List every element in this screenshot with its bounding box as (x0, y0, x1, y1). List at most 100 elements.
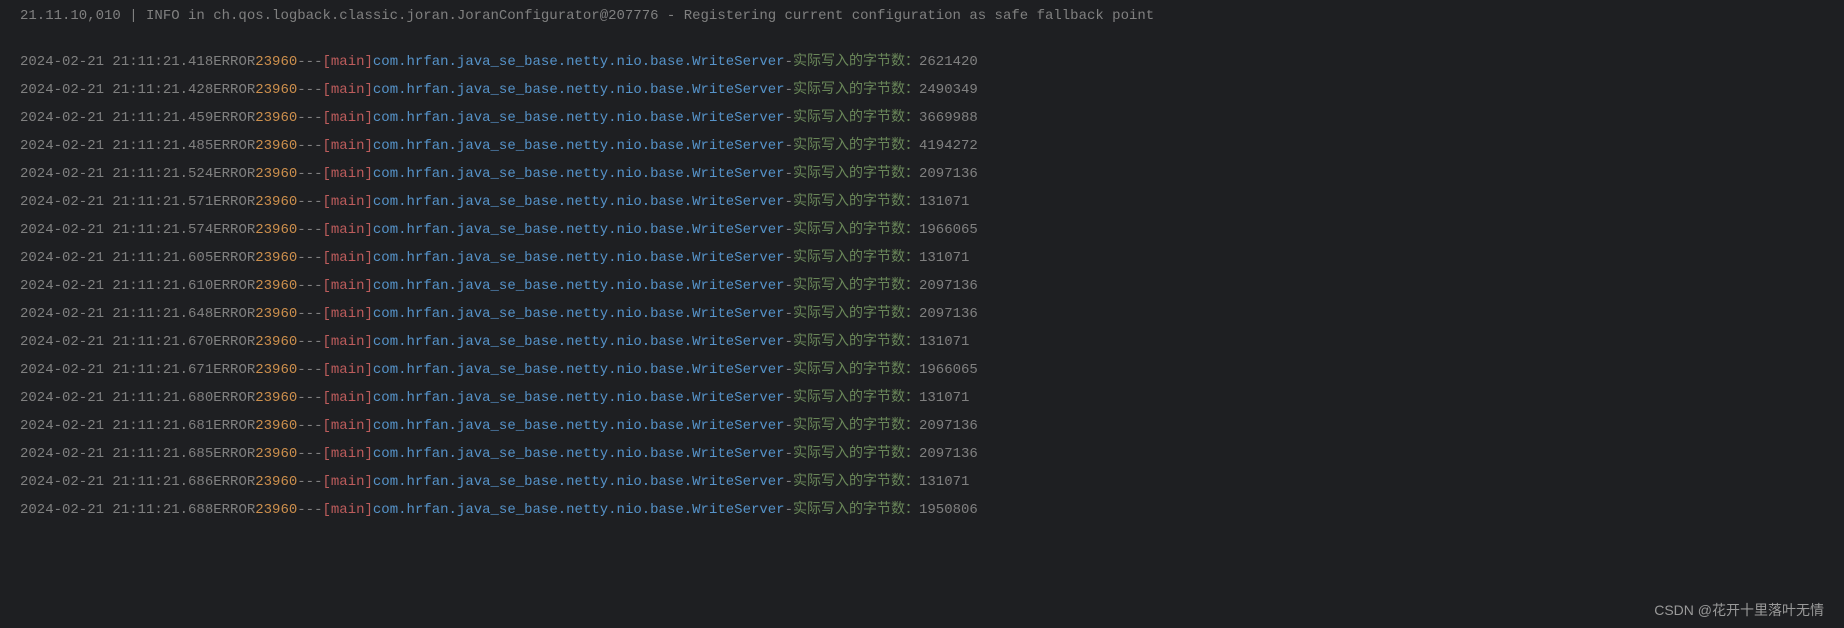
separator: --- (297, 328, 322, 356)
watermark: CSDN @花开十里落叶无情 (1654, 600, 1824, 620)
pid: 23960 (255, 496, 297, 524)
pid: 23960 (255, 48, 297, 76)
message-value: 1950806 (919, 496, 978, 524)
message-value: 2097136 (919, 412, 978, 440)
pid: 23960 (255, 412, 297, 440)
thread: [main] (322, 328, 372, 356)
timestamp: 2024-02-21 21:11:21.671 (20, 356, 213, 384)
message-value: 2490349 (919, 76, 978, 104)
message-value: 1966065 (919, 216, 978, 244)
message-value: 2097136 (919, 272, 978, 300)
thread: [main] (322, 76, 372, 104)
logger-name: com.hrfan.java_se_base.netty.nio.base.Wr… (373, 496, 785, 524)
separator: --- (297, 244, 322, 272)
message-label: 实际写入的字节数： (793, 384, 919, 412)
message-value: 4194272 (919, 132, 978, 160)
timestamp: 2024-02-21 21:11:21.686 (20, 468, 213, 496)
log-level: ERROR (213, 160, 255, 188)
log-level: ERROR (213, 356, 255, 384)
timestamp: 2024-02-21 21:11:21.571 (20, 188, 213, 216)
log-line: 2024-02-21 21:11:21.485 ERROR 23960 --- … (20, 132, 1824, 160)
pid: 23960 (255, 188, 297, 216)
timestamp: 2024-02-21 21:11:21.418 (20, 48, 213, 76)
pid: 23960 (255, 132, 297, 160)
log-line: 2024-02-21 21:11:21.459 ERROR 23960 --- … (20, 104, 1824, 132)
message-value: 131071 (919, 384, 969, 412)
log-line: 2024-02-21 21:11:21.688 ERROR 23960 --- … (20, 496, 1824, 524)
message-label: 实际写入的字节数： (793, 244, 919, 272)
logger-name: com.hrfan.java_se_base.netty.nio.base.Wr… (373, 356, 785, 384)
timestamp: 2024-02-21 21:11:21.680 (20, 384, 213, 412)
thread: [main] (322, 412, 372, 440)
message-label: 实际写入的字节数： (793, 468, 919, 496)
logger-name: com.hrfan.java_se_base.netty.nio.base.Wr… (373, 132, 785, 160)
log-level: ERROR (213, 496, 255, 524)
log-line: 2024-02-21 21:11:21.670 ERROR 23960 --- … (20, 328, 1824, 356)
log-level: ERROR (213, 468, 255, 496)
log-level: ERROR (213, 384, 255, 412)
message-label: 实际写入的字节数： (793, 440, 919, 468)
thread: [main] (322, 440, 372, 468)
spacer (20, 30, 1824, 48)
logger-name: com.hrfan.java_se_base.netty.nio.base.Wr… (373, 440, 785, 468)
separator: --- (297, 104, 322, 132)
pid: 23960 (255, 244, 297, 272)
message-value: 131071 (919, 188, 969, 216)
message-label: 实际写入的字节数： (793, 76, 919, 104)
pid: 23960 (255, 328, 297, 356)
separator: --- (297, 48, 322, 76)
dash: - (785, 356, 793, 384)
message-value: 2097136 (919, 300, 978, 328)
thread: [main] (322, 468, 372, 496)
logger-name: com.hrfan.java_se_base.netty.nio.base.Wr… (373, 272, 785, 300)
dash: - (785, 412, 793, 440)
separator: --- (297, 216, 322, 244)
pid: 23960 (255, 356, 297, 384)
thread: [main] (322, 132, 372, 160)
dash: - (785, 300, 793, 328)
logger-name: com.hrfan.java_se_base.netty.nio.base.Wr… (373, 216, 785, 244)
message-value: 2097136 (919, 440, 978, 468)
dash: - (785, 496, 793, 524)
logger-name: com.hrfan.java_se_base.netty.nio.base.Wr… (373, 48, 785, 76)
log-line: 2024-02-21 21:11:21.605 ERROR 23960 --- … (20, 244, 1824, 272)
separator: --- (297, 132, 322, 160)
timestamp: 2024-02-21 21:11:21.681 (20, 412, 213, 440)
logger-name: com.hrfan.java_se_base.netty.nio.base.Wr… (373, 188, 785, 216)
pid: 23960 (255, 272, 297, 300)
log-line: 2024-02-21 21:11:21.428 ERROR 23960 --- … (20, 76, 1824, 104)
log-level: ERROR (213, 132, 255, 160)
separator: --- (297, 272, 322, 300)
separator: --- (297, 160, 322, 188)
message-label: 实际写入的字节数： (793, 188, 919, 216)
separator: --- (297, 76, 322, 104)
logger-name: com.hrfan.java_se_base.netty.nio.base.Wr… (373, 300, 785, 328)
message-label: 实际写入的字节数： (793, 48, 919, 76)
log-line: 2024-02-21 21:11:21.681 ERROR 23960 --- … (20, 412, 1824, 440)
message-value: 131071 (919, 244, 969, 272)
thread: [main] (322, 384, 372, 412)
message-value: 2621420 (919, 48, 978, 76)
pid: 23960 (255, 440, 297, 468)
log-level: ERROR (213, 272, 255, 300)
thread: [main] (322, 356, 372, 384)
dash: - (785, 76, 793, 104)
message-value: 131071 (919, 468, 969, 496)
dash: - (785, 468, 793, 496)
logger-name: com.hrfan.java_se_base.netty.nio.base.Wr… (373, 104, 785, 132)
message-label: 实际写入的字节数： (793, 356, 919, 384)
log-lines-container: 2024-02-21 21:11:21.418 ERROR 23960 --- … (20, 48, 1824, 524)
timestamp: 2024-02-21 21:11:21.605 (20, 244, 213, 272)
thread: [main] (322, 48, 372, 76)
thread: [main] (322, 496, 372, 524)
logger-name: com.hrfan.java_se_base.netty.nio.base.Wr… (373, 328, 785, 356)
separator: --- (297, 440, 322, 468)
log-level: ERROR (213, 188, 255, 216)
separator: --- (297, 468, 322, 496)
log-level: ERROR (213, 104, 255, 132)
dash: - (785, 104, 793, 132)
log-line: 2024-02-21 21:11:21.610 ERROR 23960 --- … (20, 272, 1824, 300)
pid: 23960 (255, 76, 297, 104)
dash: - (785, 272, 793, 300)
log-level: ERROR (213, 440, 255, 468)
